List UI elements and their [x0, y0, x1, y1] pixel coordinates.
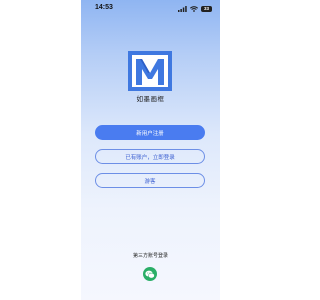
status-bar: 14:53 33	[81, 0, 220, 18]
wifi-icon	[190, 6, 198, 12]
status-time: 14:53	[95, 4, 113, 11]
guest-button[interactable]: 游客	[95, 173, 205, 188]
wechat-login-button[interactable]	[143, 267, 157, 281]
app-screen: 14:53 33 如墨画框 新用户注册 已有账户，立即登录 游客 第三方账号登录	[81, 0, 220, 300]
signal-icon	[178, 6, 187, 12]
app-name: 如墨画框	[136, 95, 165, 103]
third-party-login-label: 第三方账号登录	[132, 253, 168, 259]
register-button[interactable]: 新用户注册	[95, 125, 205, 140]
login-button[interactable]: 已有账户，立即登录	[95, 149, 205, 164]
app-logo-icon	[128, 51, 172, 91]
status-icons: 33	[178, 5, 212, 13]
battery-indicator: 33	[201, 6, 212, 12]
wechat-icon	[145, 270, 155, 278]
